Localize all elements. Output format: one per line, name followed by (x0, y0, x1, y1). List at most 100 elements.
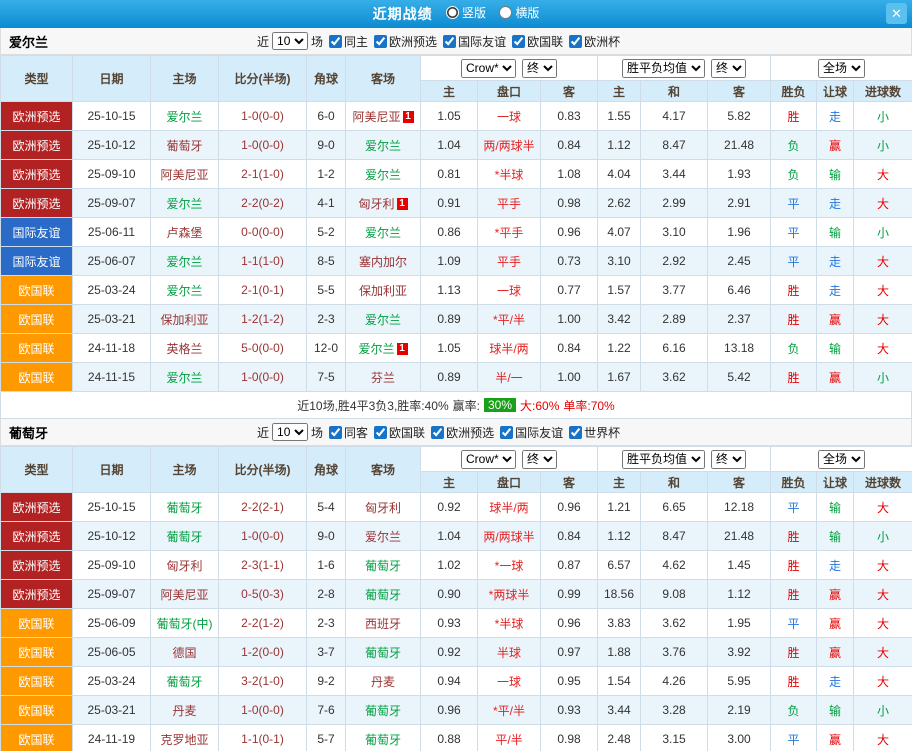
lose-odds: 1.95 (708, 609, 771, 638)
result-cell: 胜 (771, 551, 817, 580)
league-filter[interactable]: 欧洲杯 (569, 33, 620, 50)
handicap-final-select[interactable]: 终 (522, 450, 557, 469)
odds-select-cell: Crow* 终 (421, 447, 598, 472)
league-filter[interactable]: 欧国联 (374, 424, 425, 441)
league-filter-checkbox[interactable] (500, 426, 513, 439)
handicap-line: 两/两球半 (478, 522, 541, 551)
handicap-away-odds: 0.98 (541, 725, 598, 751)
filter-controls: 近10场同主欧洲预选国际友谊 欧国联欧洲杯 (257, 32, 620, 50)
home-team-cell: 葡萄牙 (151, 131, 219, 160)
matches-label: 场 (311, 33, 323, 50)
league-filter-checkbox[interactable] (443, 35, 456, 48)
bookmaker-select[interactable]: Crow* (461, 450, 516, 469)
league-filter[interactable]: 国际友谊 (443, 33, 506, 50)
league-filter[interactable]: 国际友谊 (500, 424, 563, 441)
date-cell: 24-11-18 (73, 334, 151, 363)
away-team-name: 爱尔兰 (365, 226, 401, 240)
win-odds: 1.12 (598, 131, 641, 160)
league-filter-checkbox[interactable] (569, 426, 582, 439)
league-filter[interactable]: 欧国联 (512, 33, 563, 50)
layout-option-vertical[interactable]: 竖版 (446, 4, 486, 21)
score-cell: 1-0(0-0) (219, 696, 307, 725)
league-filter-checkbox[interactable] (431, 426, 444, 439)
europe-final-select[interactable]: 终 (711, 59, 746, 78)
handicap-final-select[interactable]: 终 (522, 59, 557, 78)
date-cell: 25-03-24 (73, 276, 151, 305)
layout-option-horizontal[interactable]: 横版 (499, 4, 539, 21)
league-filter[interactable]: 同主 (329, 33, 368, 50)
league-filter[interactable]: 欧洲预选 (374, 33, 437, 50)
goals-result-cell: 大 (854, 247, 912, 276)
lose-odds: 21.48 (708, 522, 771, 551)
league-filter-checkbox[interactable] (512, 35, 525, 48)
near-label: 近 (257, 33, 269, 50)
away-team-cell: 爱尔兰 (346, 160, 421, 189)
home-team-name: 克罗地亚 (160, 733, 208, 747)
match-row: 欧洲预选25-10-15爱尔兰1-0(0-0)6-0阿美尼亚11.05一球0.8… (1, 102, 912, 131)
handicap-away-odds: 0.84 (541, 131, 598, 160)
league-filter[interactable]: 同客 (329, 424, 368, 441)
column-header: 客 (708, 472, 771, 493)
draw-odds: 3.44 (641, 160, 708, 189)
home-team-name: 葡萄牙 (166, 675, 202, 689)
scope-select[interactable]: 全场 (818, 450, 865, 469)
league-filter-checkbox[interactable] (329, 35, 342, 48)
europe-final-select[interactable]: 终 (711, 450, 746, 469)
handicap-home-odds: 0.94 (421, 667, 478, 696)
handicap-away-odds: 0.97 (541, 638, 598, 667)
result-cell: 平 (771, 189, 817, 218)
match-count-select[interactable]: 10 (272, 32, 308, 50)
horizontal-layout-radio[interactable] (499, 6, 512, 19)
league-filter-label: 欧洲预选 (446, 424, 494, 441)
score-cell: 3-2(1-0) (219, 667, 307, 696)
win-odds: 2.48 (598, 725, 641, 751)
handicap-home-odds: 1.02 (421, 551, 478, 580)
handicap-home-odds: 0.91 (421, 189, 478, 218)
column-header: 日期 (73, 447, 151, 493)
handicap-line: 一球 (478, 667, 541, 696)
league-cell: 欧洲预选 (1, 522, 73, 551)
match-row: 欧国联25-03-21丹麦1-0(0-0)7-6葡萄牙0.96*平/半0.933… (1, 696, 912, 725)
corners-cell: 9-0 (307, 131, 346, 160)
vertical-layout-radio[interactable] (446, 6, 459, 19)
panel-title: 近期战绩 (373, 6, 433, 22)
away-team-name: 爱尔兰 (358, 342, 394, 356)
metric-select[interactable]: 胜平负均值 (622, 59, 705, 78)
league-filter-checkbox[interactable] (329, 426, 342, 439)
corners-cell: 8-5 (307, 247, 346, 276)
away-team-name: 阿美尼亚 (352, 110, 400, 124)
league-filter[interactable]: 欧洲预选 (431, 424, 494, 441)
match-row: 欧洲预选25-09-07阿美尼亚0-5(0-3)2-8葡萄牙0.90*两球半0.… (1, 580, 912, 609)
league-filter-checkbox[interactable] (569, 35, 582, 48)
metric-select[interactable]: 胜平负均值 (622, 450, 705, 469)
date-cell: 25-09-10 (73, 160, 151, 189)
date-cell: 25-09-07 (73, 189, 151, 218)
date-cell: 25-06-09 (73, 609, 151, 638)
away-team-name: 丹麦 (371, 675, 395, 689)
handicap-away-odds: 1.00 (541, 363, 598, 392)
odds-select-cell: 全场 (771, 447, 912, 472)
close-button[interactable]: ✕ (886, 3, 907, 24)
league-filter-checkbox[interactable] (374, 35, 387, 48)
league-cell: 欧国联 (1, 305, 73, 334)
match-row: 欧国联25-03-21保加利亚1-2(1-2)2-3爱尔兰0.89*平/半1.0… (1, 305, 912, 334)
column-header: 比分(半场) (219, 447, 307, 493)
win-odds: 1.12 (598, 522, 641, 551)
home-team-cell: 保加利亚 (151, 305, 219, 334)
scope-select[interactable]: 全场 (818, 59, 865, 78)
section-filter-bar: 葡萄牙近10场同客欧国联欧洲预选国际友谊世界杯 (0, 419, 912, 446)
date-cell: 25-09-07 (73, 580, 151, 609)
corners-cell: 1-6 (307, 551, 346, 580)
league-cell: 欧国联 (1, 276, 73, 305)
bookmaker-select[interactable]: Crow* (461, 59, 516, 78)
lose-odds: 3.92 (708, 638, 771, 667)
lose-odds: 5.42 (708, 363, 771, 392)
home-team-cell: 德国 (151, 638, 219, 667)
league-filter-label: 欧国联 (527, 33, 563, 50)
corners-cell: 9-2 (307, 667, 346, 696)
match-count-select[interactable]: 10 (272, 423, 308, 441)
score-cell: 2-1(0-1) (219, 276, 307, 305)
league-filter[interactable]: 世界杯 (569, 424, 620, 441)
league-filter-checkbox[interactable] (374, 426, 387, 439)
home-team-name: 爱尔兰 (166, 284, 202, 298)
